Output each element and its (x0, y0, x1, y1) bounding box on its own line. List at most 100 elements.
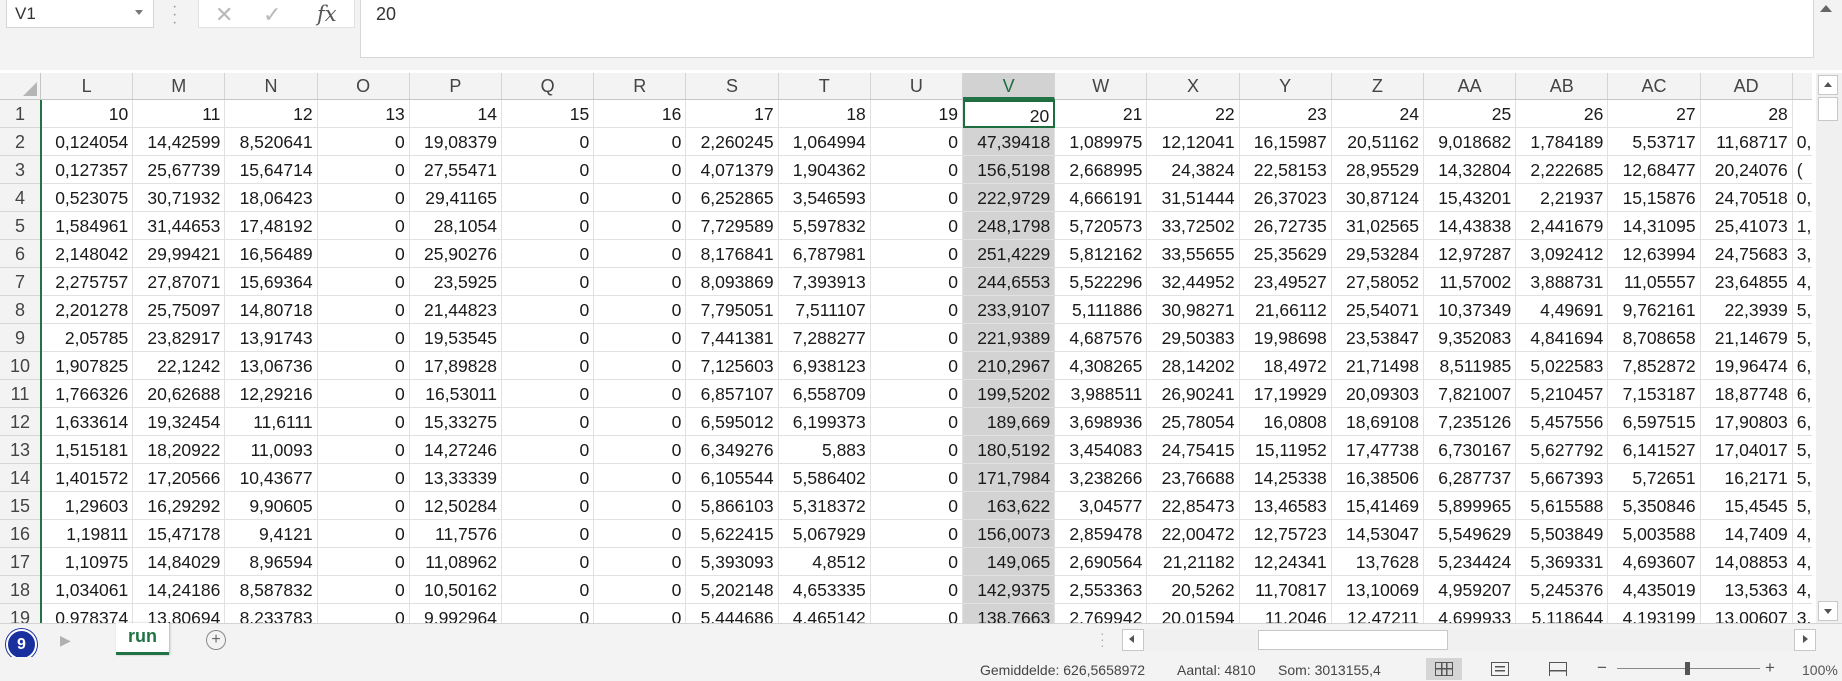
column-header-partial[interactable] (1793, 73, 1812, 99)
cell[interactable]: 11,57002 (1424, 268, 1517, 296)
cell[interactable]: 0 (594, 576, 687, 604)
cell[interactable]: 8,520641 (225, 128, 318, 156)
cell[interactable]: 20,5262 (1147, 576, 1240, 604)
column-header-x[interactable]: X (1147, 73, 1240, 99)
cell[interactable]: 0,124054 (41, 128, 134, 156)
cell[interactable]: 2,05785 (41, 324, 134, 352)
cell[interactable]: 27 (1608, 100, 1701, 128)
cell[interactable]: 0 (594, 492, 687, 520)
cell[interactable]: 4,435019 (1608, 576, 1701, 604)
cell[interactable]: 0 (502, 268, 595, 296)
cell[interactable]: 22,58153 (1239, 156, 1332, 184)
column-header-ab[interactable]: AB (1516, 73, 1609, 99)
cell[interactable]: 2,769942 (1055, 604, 1148, 623)
cell[interactable]: 9,992964 (410, 604, 502, 623)
cell[interactable]: 6,287737 (1424, 464, 1517, 492)
cell[interactable]: 0 (594, 128, 687, 156)
cell[interactable]: 11 (133, 100, 226, 128)
cell[interactable]: 21,71498 (1331, 352, 1424, 380)
cell[interactable]: 13,80694 (133, 604, 226, 623)
cell[interactable]: 2,859478 (1055, 520, 1148, 548)
cell[interactable]: 6,787981 (778, 240, 871, 268)
cell[interactable]: 25,41073 (1700, 212, 1793, 240)
cell[interactable]: 1,633614 (41, 408, 134, 436)
cell[interactable]: 27,58052 (1331, 268, 1424, 296)
cell[interactable]: 0 (317, 548, 410, 576)
cell[interactable]: 8,233783 (225, 604, 318, 623)
cell[interactable]: 23,82917 (133, 324, 226, 352)
cell[interactable]: 14,32804 (1424, 156, 1517, 184)
cell[interactable]: 25,54071 (1331, 296, 1424, 324)
cell[interactable]: 15,41469 (1331, 492, 1424, 520)
row-header[interactable]: 17 (0, 548, 41, 576)
column-header-q[interactable]: Q (502, 73, 595, 99)
cell[interactable]: 18,06423 (225, 184, 318, 212)
cell[interactable]: 0 (594, 268, 687, 296)
cell[interactable]: 7,125603 (686, 352, 779, 380)
cell[interactable]: 0 (594, 520, 687, 548)
add-sheet-icon[interactable]: + (206, 630, 226, 650)
column-header-u[interactable]: U (871, 73, 963, 99)
cell[interactable]: 33,55655 (1147, 240, 1240, 268)
cell[interactable]: 2,668995 (1055, 156, 1148, 184)
cell[interactable]: 5,234424 (1424, 548, 1517, 576)
column-header-w[interactable]: W (1055, 73, 1148, 99)
cell[interactable]: 29,41165 (409, 184, 502, 212)
cell[interactable]: 22,1242 (133, 352, 226, 380)
cell[interactable]: 0 (502, 296, 595, 324)
cell[interactable]: 1,584961 (41, 212, 134, 240)
cell[interactable]: 0 (870, 296, 963, 324)
cell[interactable]: 12,50284 (409, 492, 502, 520)
cell[interactable]: 17,04017 (1700, 436, 1793, 464)
column-header-y[interactable]: Y (1240, 73, 1332, 99)
cell[interactable]: 28,1054 (409, 212, 502, 240)
cell[interactable]: 5,003588 (1608, 520, 1701, 548)
column-header-o[interactable]: O (318, 73, 410, 99)
column-header-p[interactable]: P (410, 73, 502, 99)
cell[interactable]: 7,153187 (1608, 380, 1701, 408)
cell[interactable]: 14,42599 (133, 128, 226, 156)
cell[interactable]: 15,11952 (1239, 436, 1332, 464)
cell[interactable]: 19 (870, 100, 963, 128)
cell[interactable]: 18,87748 (1700, 380, 1793, 408)
collapse-formula-bar-icon[interactable] (1820, 5, 1832, 12)
cell[interactable]: 13,10069 (1331, 576, 1424, 604)
cell[interactable]: 13,00607 (1701, 604, 1793, 623)
cell[interactable]: 0 (502, 436, 595, 464)
cell[interactable]: 5,866103 (686, 492, 779, 520)
cell[interactable]: 5,245376 (1516, 576, 1609, 604)
cell[interactable]: 2,148042 (41, 240, 134, 268)
cell[interactable]: 31,51444 (1147, 184, 1240, 212)
scroll-right-icon[interactable] (1794, 629, 1816, 651)
cell[interactable]: 2,441679 (1516, 212, 1609, 240)
name-box[interactable]: V1 (6, 0, 154, 28)
cell[interactable]: 29,53284 (1331, 240, 1424, 268)
cell[interactable]: 0 (594, 184, 687, 212)
cell[interactable]: 1,034061 (41, 576, 134, 604)
cell[interactable]: 0 (502, 324, 595, 352)
row-header[interactable]: 3 (0, 156, 41, 184)
next-sheet-icon[interactable]: ▶ (60, 632, 71, 649)
cell[interactable]: 0 (871, 604, 963, 623)
vertical-scroll-thumb[interactable] (1818, 97, 1838, 121)
cell[interactable]: 21,14679 (1700, 324, 1793, 352)
cell[interactable]: 16 (594, 100, 687, 128)
cell[interactable]: 20,51162 (1331, 128, 1424, 156)
column-header-ac[interactable]: AC (1608, 73, 1701, 99)
cell[interactable]: 5,111886 (1055, 296, 1148, 324)
cell[interactable]: 32,44952 (1147, 268, 1240, 296)
cell[interactable]: 5,549629 (1424, 520, 1517, 548)
cell[interactable]: 4,699933 (1424, 604, 1517, 623)
column-header-l[interactable]: L (41, 73, 134, 99)
cell[interactable]: 31,44653 (133, 212, 226, 240)
cell[interactable]: 7,729589 (686, 212, 779, 240)
row-header[interactable]: 11 (0, 380, 41, 408)
column-header-n[interactable]: N (225, 73, 318, 99)
cell[interactable]: 14,43838 (1424, 212, 1517, 240)
cell[interactable]: 1,29603 (41, 492, 134, 520)
cell[interactable]: 5,457556 (1516, 408, 1609, 436)
cell[interactable]: 180,5192 (963, 436, 1056, 464)
cell-partial[interactable]: 4, (1792, 268, 1812, 296)
column-header-v[interactable]: V (963, 73, 1056, 100)
cell[interactable]: 11,7576 (409, 520, 502, 548)
